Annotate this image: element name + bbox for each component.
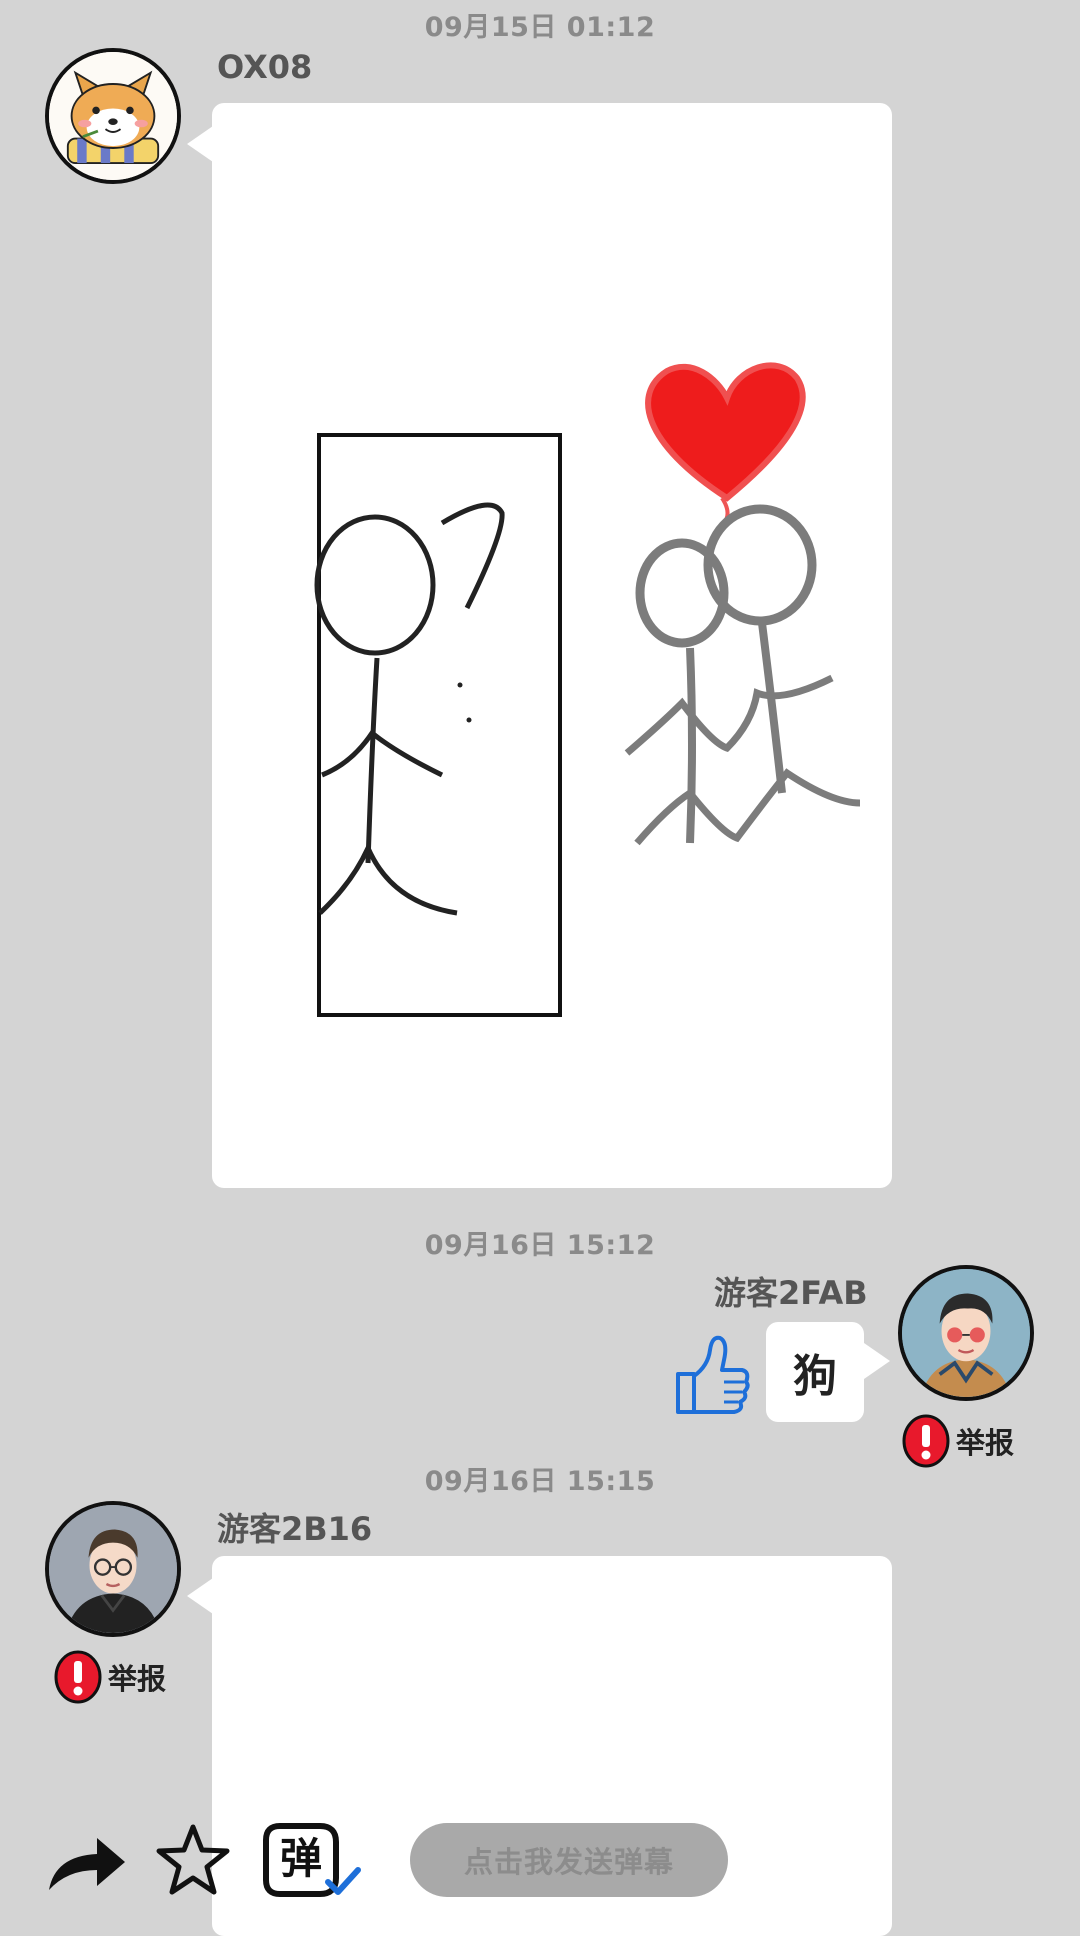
boy-glasses-avatar-icon [49, 1505, 177, 1633]
share-arrow-icon [49, 1838, 125, 1890]
favorite-button[interactable] [155, 1822, 231, 1898]
drawing-bubble[interactable] [212, 103, 892, 1188]
timestamp: 09月16日 15:12 [424, 1230, 656, 1261]
bubble-tail [187, 126, 213, 162]
avatar[interactable] [45, 48, 181, 184]
share-button[interactable] [45, 1832, 127, 1894]
bubble-tail [864, 1343, 890, 1379]
report-label: 举报 [108, 1662, 167, 1696]
danmu-toggle-button[interactable]: 弹 [262, 1820, 362, 1900]
username: 游客2B16 [217, 1510, 373, 1548]
boy-sunglasses-avatar-icon [902, 1269, 1030, 1397]
text-bubble[interactable]: 狗 [766, 1322, 864, 1422]
username: 游客2FAB [714, 1274, 868, 1312]
danmu-icon-char: 弹 [280, 1834, 323, 1883]
report-button[interactable]: 举报 [52, 1649, 166, 1705]
bubble-tail [187, 1578, 213, 1614]
thumbs-up-icon [676, 1335, 750, 1414]
timestamp: 09月16日 15:15 [424, 1466, 656, 1497]
timestamp: 09月15日 01:12 [424, 12, 656, 43]
drawing-image[interactable] [212, 103, 892, 1188]
like-button[interactable] [672, 1330, 752, 1416]
shiba-dog-avatar-icon [49, 52, 177, 180]
message-text: 狗 [793, 1351, 837, 1402]
username: OX08 [217, 48, 313, 86]
danmu-send-input[interactable]: 点击我发送弹幕 [410, 1823, 728, 1897]
avatar[interactable] [898, 1265, 1034, 1401]
star-icon [156, 1824, 230, 1895]
alert-icon [54, 1650, 102, 1704]
report-label: 举报 [956, 1426, 1015, 1460]
avatar[interactable] [45, 1501, 181, 1637]
